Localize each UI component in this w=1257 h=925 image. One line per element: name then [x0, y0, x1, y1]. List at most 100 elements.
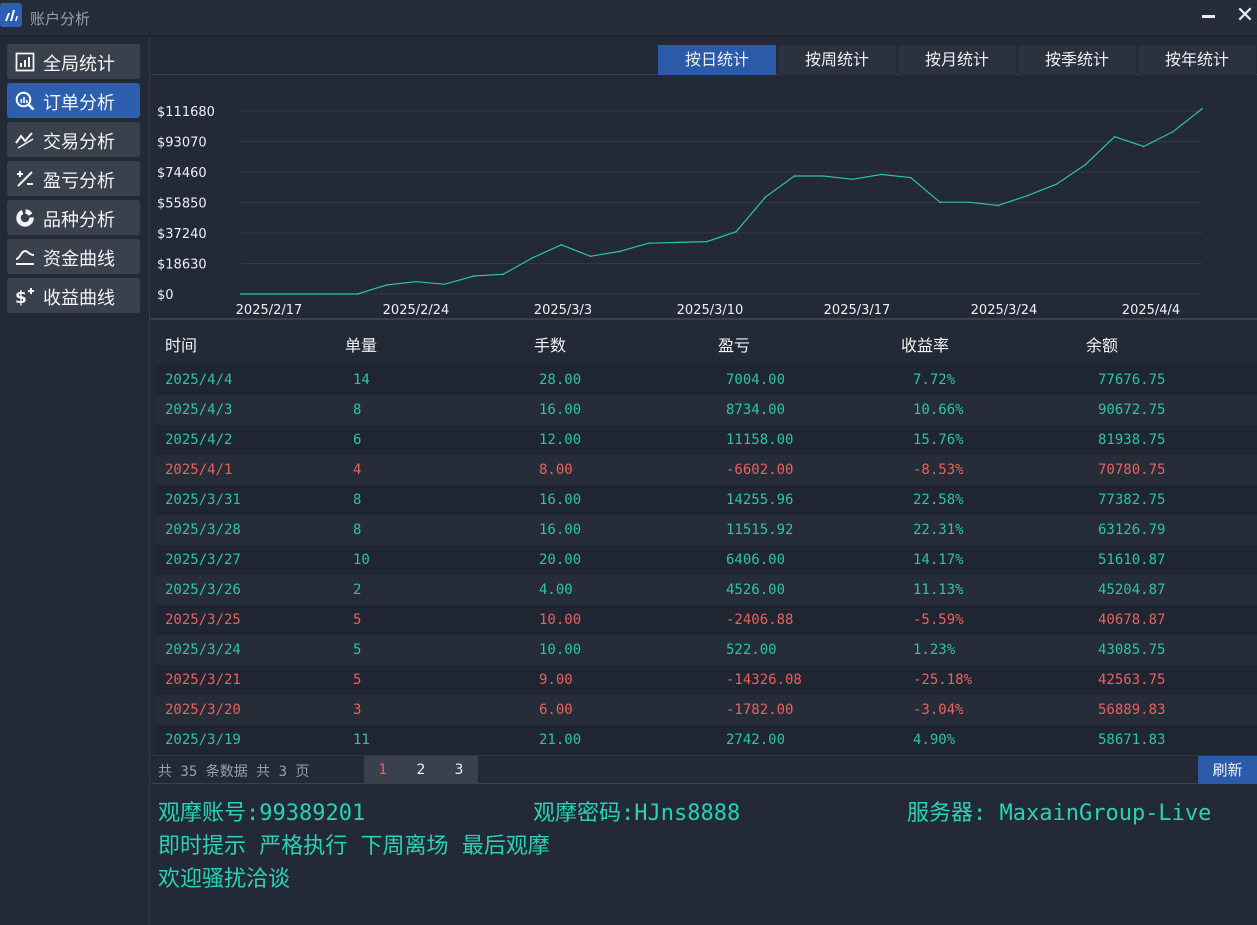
- y-tick-label: $18630: [157, 257, 207, 272]
- data-point: [240, 293, 242, 295]
- cell-return-rate: 10.66%: [913, 402, 964, 418]
- donut-icon: [16, 209, 34, 227]
- page-button-1[interactable]: 1: [364, 756, 402, 784]
- data-point: [677, 241, 679, 244]
- cell-lots: 21.00: [539, 732, 582, 748]
- table-row[interactable]: 2025/3/21 5 9.00 -14326.08 -25.18% 42563.75: [156, 665, 1257, 695]
- cell-lots: 16.00: [539, 522, 582, 538]
- data-point: [997, 204, 999, 207]
- sidebar-item-symbol-analysis[interactable]: 品种分析: [7, 200, 140, 235]
- sidebar-item-fund-curve[interactable]: 资金曲线: [7, 239, 140, 274]
- page-button-3[interactable]: 3: [440, 756, 478, 784]
- sidebar: 全局统计 订单分析 交易分析 盈亏分析 品种分析 资金曲线 $ 收益曲线: [0, 37, 150, 925]
- cell-profit-loss: 4526.00: [726, 582, 786, 598]
- tab-yearly[interactable]: 按年统计: [1138, 45, 1256, 75]
- table-row[interactable]: 2025/3/27 10 20.00 6406.00 14.17% 51610.87: [156, 545, 1257, 575]
- tab-quarterly[interactable]: 按季统计: [1018, 45, 1136, 75]
- sidebar-item-income-curve[interactable]: $ 收益曲线: [7, 278, 140, 313]
- table-row[interactable]: 2025/3/24 5 10.00 522.00 1.23% 43085.75: [156, 635, 1257, 665]
- data-point: [793, 175, 796, 177]
- cell-balance: 90672.75: [1098, 402, 1166, 418]
- data-point: [356, 293, 359, 295]
- data-point: [414, 280, 417, 283]
- data-point: [385, 284, 388, 286]
- cell-balance: 51610.87: [1098, 552, 1166, 568]
- server-text: 服务器: MaxainGroup-Live: [907, 801, 1212, 826]
- data-point: [939, 201, 941, 204]
- table-header: 时间 单量 手数 盈亏 收益率 余额: [151, 320, 1257, 364]
- table-row[interactable]: 2025/4/4 14 28.00 7004.00 7.72% 77676.75: [156, 365, 1257, 395]
- table-row[interactable]: 2025/3/19 11 21.00 2742.00 4.90% 58671.83: [156, 725, 1257, 755]
- cell-count: 5: [353, 672, 362, 688]
- trend-icon: [15, 132, 34, 149]
- tab-weekly[interactable]: 按周统计: [778, 45, 896, 75]
- cell-date: 2025/4/3: [165, 402, 233, 418]
- data-point: [560, 244, 563, 246]
- table-row[interactable]: 2025/3/25 5 10.00 -2406.88 -5.59% 40678.87: [156, 605, 1257, 635]
- cell-return-rate: 14.17%: [913, 552, 964, 568]
- cell-balance: 42563.75: [1098, 672, 1166, 688]
- sidebar-item-label: 资金曲线: [43, 249, 115, 270]
- percent-icon: [17, 171, 33, 187]
- table-row[interactable]: 2025/3/28 8 16.00 11515.92 22.31% 63126.79: [156, 515, 1257, 545]
- data-point: [1142, 145, 1145, 148]
- data-point: [589, 255, 592, 258]
- sidebar-item-global-stats[interactable]: 全局统计: [7, 44, 140, 79]
- cell-count: 8: [353, 492, 362, 508]
- page-button-2[interactable]: 2: [402, 756, 440, 784]
- cell-date: 2025/3/28: [165, 522, 241, 538]
- table-body: 2025/4/4 14 28.00 7004.00 7.72% 77676.75 2025/…: [156, 365, 1257, 755]
- data-point: [444, 283, 446, 285]
- period-tabs: 按日统计 按周统计 按月统计 按季统计 按年统计: [151, 37, 1257, 75]
- x-tick-label: 2025/3/17: [824, 303, 891, 318]
- table-row[interactable]: 2025/4/3 8 16.00 8734.00 10.66% 90672.75: [156, 395, 1257, 425]
- app-logo-icon: [0, 3, 22, 27]
- table-row[interactable]: 2025/4/1 4 8.00 -6602.00 -8.53% 70780.75: [156, 455, 1257, 485]
- cell-balance: 63126.79: [1098, 522, 1166, 538]
- balance-line-chart: $111680 $93070 $74460 $55850 $37240 $18630 $0 2…: [151, 76, 1257, 319]
- cell-count: 11: [353, 732, 370, 748]
- sidebar-item-label: 收益曲线: [43, 288, 115, 309]
- table-row[interactable]: 2025/3/20 3 6.00 -1782.00 -3.04% 56889.83: [156, 695, 1257, 725]
- cell-return-rate: 22.31%: [913, 522, 964, 538]
- cell-count: 8: [353, 402, 362, 418]
- cell-profit-loss: -1782.00: [726, 702, 794, 718]
- table-row[interactable]: 2025/3/31 8 16.00 14255.96 22.58% 77382.75: [156, 485, 1257, 515]
- pagination-info: 共 35 条数据 共 3 页: [158, 764, 310, 780]
- y-tick-label: $111680: [157, 105, 215, 120]
- data-point: [851, 178, 854, 181]
- sidebar-item-label: 订单分析: [43, 93, 115, 114]
- data-point: [502, 273, 504, 276]
- x-tick-label: 2025/3/10: [677, 303, 744, 318]
- minimize-icon[interactable]: [1199, 4, 1219, 28]
- account-analysis-window: 账户分析 ✕ 全局统计 订单分析 交易分析 盈亏分析 品种分析 资金曲线 $ 收…: [0, 0, 1257, 925]
- cell-count: 2: [353, 582, 362, 598]
- cell-count: 14: [353, 372, 370, 388]
- sidebar-item-trade-analysis[interactable]: 交易分析: [7, 122, 140, 157]
- cell-profit-loss: -14326.08: [726, 672, 802, 688]
- cell-profit-loss: 7004.00: [726, 372, 786, 388]
- cell-lots: 28.00: [539, 372, 582, 388]
- cell-lots: 16.00: [539, 492, 582, 508]
- cell-date: 2025/3/20: [165, 702, 241, 718]
- table-row[interactable]: 2025/4/2 6 12.00 11158.00 15.76% 81938.75: [156, 425, 1257, 455]
- cell-return-rate: -3.04%: [913, 702, 964, 718]
- y-tick-label: $93070: [157, 135, 207, 150]
- refresh-button[interactable]: 刷新: [1198, 756, 1257, 784]
- data-point: [269, 293, 271, 295]
- sidebar-item-label: 盈亏分析: [43, 171, 115, 192]
- tab-monthly[interactable]: 按月统计: [898, 45, 1016, 75]
- window-title: 账户分析: [30, 10, 91, 28]
- tab-daily[interactable]: 按日统计: [658, 45, 776, 75]
- sidebar-item-profit-loss-analysis[interactable]: 盈亏分析: [7, 161, 140, 196]
- sidebar-item-order-analysis[interactable]: 订单分析: [7, 83, 140, 118]
- curve-icon: [15, 249, 35, 265]
- data-point: [1172, 130, 1174, 133]
- cell-date: 2025/3/26: [165, 582, 241, 598]
- cell-return-rate: 7.72%: [913, 372, 956, 388]
- cell-return-rate: 15.76%: [913, 432, 964, 448]
- table-row[interactable]: 2025/3/26 2 4.00 4526.00 11.13% 45204.87: [156, 575, 1257, 605]
- sidebar-item-label: 交易分析: [43, 132, 115, 153]
- close-icon[interactable]: ✕: [1234, 3, 1256, 29]
- data-point: [909, 176, 912, 179]
